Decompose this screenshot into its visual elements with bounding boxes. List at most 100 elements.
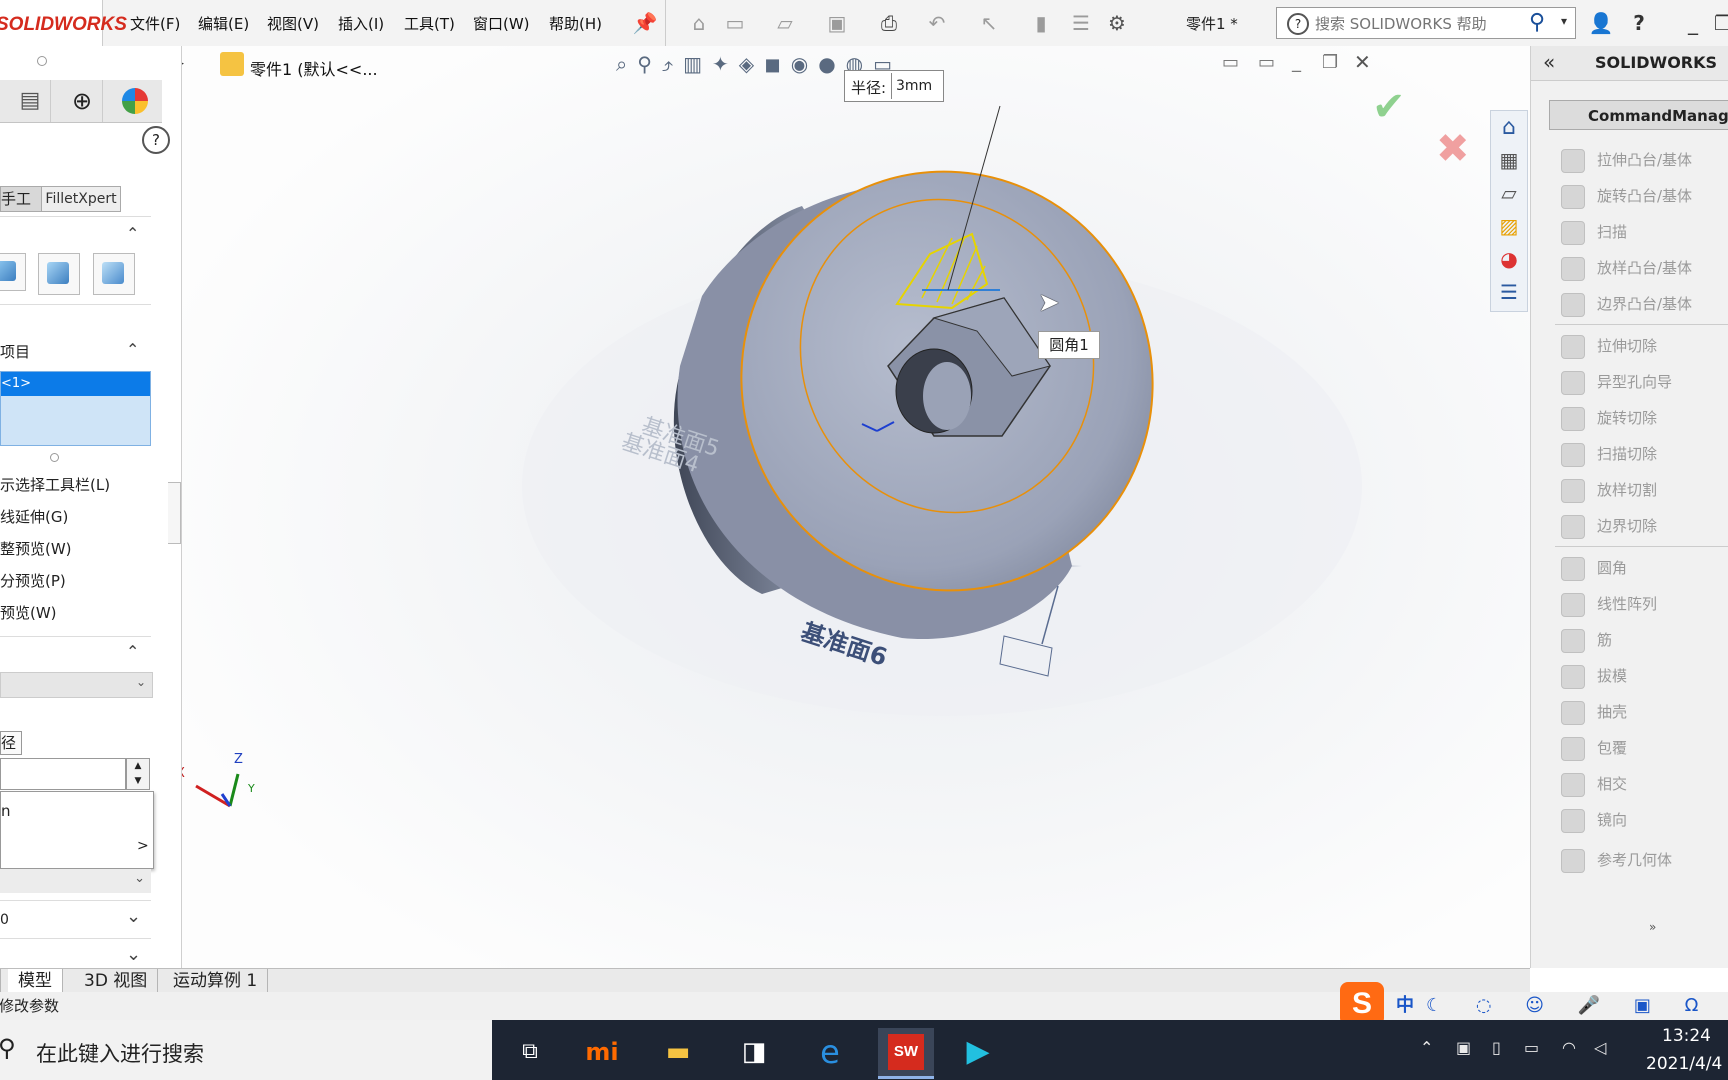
taskbar-search[interactable]: ⚲ 在此键入进行搜索	[0, 1020, 492, 1080]
help-search[interactable]: ? ⚲ ▾	[1276, 7, 1576, 39]
usb-icon[interactable]: ▯	[1492, 1038, 1501, 1057]
chevron-down-icon[interactable]: ▾	[1561, 14, 1567, 28]
menu-window[interactable]: 窗口(W)	[473, 0, 530, 46]
menu-insert[interactable]: 插入(I)	[338, 0, 384, 46]
origin-target-icon[interactable]: ⊕	[62, 80, 103, 122]
radius-dropdown[interactable]: n >	[0, 791, 154, 869]
tab-manual[interactable]: 手工	[0, 186, 43, 212]
cmd-loft-boss[interactable]: 放样凸台/基体	[1561, 250, 1728, 286]
splitter-handle[interactable]	[37, 56, 47, 66]
view-palette-icon[interactable]: ▨	[1491, 210, 1527, 243]
internet-explorer-icon[interactable]: e	[802, 1028, 858, 1076]
cmd-reference-geometry[interactable]: 参考几何体	[1561, 842, 1728, 878]
cmd-boundary-cut[interactable]: 边界切除	[1561, 508, 1728, 544]
tab-model[interactable]: 模型	[8, 969, 63, 993]
hide-show-icon[interactable]: ◉	[791, 52, 818, 76]
restore-icon[interactable]: ❐	[1710, 10, 1728, 36]
clock-date[interactable]: 2021/4/4	[1646, 1054, 1722, 1074]
scroll-more-icon[interactable]: »	[1649, 920, 1656, 934]
option-full-preview[interactable]: 整预览(W)	[0, 538, 72, 559]
cmd-revolve-cut[interactable]: 旋转切除	[1561, 400, 1728, 436]
solidworks-taskbar-icon[interactable]: SW	[878, 1028, 934, 1076]
battery-icon[interactable]: ▭	[1524, 1038, 1539, 1057]
resize-handle[interactable]	[50, 453, 59, 462]
graphics-area[interactable]: ▶ 零件1 (默认<<... ⌕⚲⤴▥✦◈◼◉●◍▭ ▭ ▭ _ ❐ ✕ ✔ ✖…	[182, 46, 1530, 968]
user-icon[interactable]: 👤	[1588, 10, 1614, 36]
pin-icon[interactable]: 📌	[632, 10, 658, 36]
help-question-icon[interactable]: ?	[142, 126, 170, 154]
radius-spinner[interactable]: ▲ ▼	[126, 758, 150, 790]
cmd-extrude-cut[interactable]: 拉伸切除	[1561, 328, 1728, 364]
mi-app-icon[interactable]: mi	[574, 1028, 630, 1076]
task-view-icon[interactable]: ⧉	[502, 1028, 558, 1076]
undo-icon[interactable]: ↶	[924, 10, 950, 36]
cmd-boundary-boss[interactable]: 边界凸台/基体	[1561, 286, 1728, 322]
show-hidden-icons[interactable]: ⌃	[1420, 1038, 1433, 1057]
tile-bottom-icon[interactable]: ▭	[1258, 52, 1275, 73]
menu-view[interactable]: 视图(V)	[267, 0, 319, 46]
resources-home-icon[interactable]: ⌂	[1491, 111, 1527, 144]
cmd-linear-pattern[interactable]: 线性阵列	[1561, 586, 1728, 622]
rebuild-icon[interactable]: ▮	[1028, 10, 1054, 36]
select-arrow-icon[interactable]: ↖	[976, 10, 1002, 36]
expand-tree-icon[interactable]: ▶	[182, 56, 184, 71]
collapse-double-chevron-icon[interactable]: «	[1543, 50, 1555, 74]
zoom-area-icon[interactable]: ⚲	[637, 52, 662, 76]
section-view-icon[interactable]: ▥	[683, 52, 712, 76]
model-canvas[interactable]	[182, 46, 1530, 968]
confirm-cancel-icon[interactable]: ✖	[1436, 126, 1470, 172]
dolby-app-icon[interactable]: ◨	[726, 1028, 782, 1076]
file-properties-icon[interactable]: ☰	[1068, 10, 1094, 36]
home-icon[interactable]: ⌂	[686, 10, 712, 36]
print-icon[interactable]: ⎙	[876, 10, 902, 36]
option-no-preview[interactable]: 预览(W)	[0, 602, 57, 623]
option-show-selection-toolbar[interactable]: 示选择工具栏(L)	[0, 474, 110, 495]
expand-chevron-icon[interactable]: ⌄	[126, 944, 141, 965]
items-selection-box[interactable]: <1>	[0, 371, 151, 446]
previous-view-icon[interactable]: ⤴	[662, 52, 683, 76]
cmd-hole-wizard[interactable]: 异型孔向导	[1561, 364, 1728, 400]
tab-3d-view[interactable]: 3D 视图	[74, 969, 159, 993]
selected-edge-item[interactable]: <1>	[1, 372, 150, 396]
save-icon[interactable]: ▣	[824, 10, 850, 36]
collapse-chevron-icon[interactable]: ⌃	[126, 224, 139, 243]
minimize-doc-icon[interactable]: _	[1292, 52, 1301, 73]
collapsed-row[interactable]: ⌄	[0, 869, 151, 893]
appearances-icon[interactable]: ◕	[1491, 243, 1527, 276]
close-doc-icon[interactable]: ✕	[1354, 50, 1371, 74]
fillet-type-variable-icon[interactable]	[38, 253, 80, 295]
solidworks-logo[interactable]: SOLIDWORKS	[0, 0, 127, 46]
cmd-draft[interactable]: 拔模	[1561, 658, 1728, 694]
heads-up-toolbar[interactable]: ⌕⚲⤴▥✦◈◼◉●◍▭	[616, 52, 1016, 78]
design-library-icon[interactable]: ▦	[1491, 144, 1527, 177]
cmd-sweep[interactable]: 扫描	[1561, 214, 1728, 250]
cmd-loft-cut[interactable]: 放样切割	[1561, 472, 1728, 508]
help-icon[interactable]: ?	[1626, 10, 1652, 36]
radius-callout[interactable]: 半径: 3mm	[844, 70, 944, 102]
profile-select[interactable]: ⌄	[0, 672, 153, 698]
callout-value[interactable]: 3mm	[891, 73, 943, 99]
menu-edit[interactable]: 编辑(E)	[198, 0, 249, 46]
cmd-shell[interactable]: 抽壳	[1561, 694, 1728, 730]
tab-filletxpert[interactable]: FilletXpert	[41, 186, 121, 212]
dynamic-annotation-icon[interactable]: ✦	[712, 52, 739, 76]
tile-top-icon[interactable]: ▭	[1222, 52, 1239, 73]
file-explorer-icon[interactable]: ▱	[1491, 177, 1527, 210]
custom-properties-icon[interactable]: ☰	[1491, 276, 1527, 309]
confirm-ok-icon[interactable]: ✔	[1372, 84, 1406, 130]
cmd-fillet[interactable]: 圆角	[1561, 550, 1728, 586]
zoom-to-fit-icon[interactable]: ⌕	[616, 52, 637, 76]
bluetooth-icon[interactable]: ▣	[1456, 1038, 1471, 1057]
cmd-extrude-boss[interactable]: 拉伸凸台/基体	[1561, 142, 1728, 178]
command-manager-tab[interactable]: CommandManag	[1549, 100, 1728, 130]
menu-tools[interactable]: 工具(T)	[404, 0, 455, 46]
options-gear-icon[interactable]: ⚙	[1104, 10, 1130, 36]
menu-help[interactable]: 帮助(H)	[549, 0, 602, 46]
volume-icon[interactable]: ◁	[1594, 1038, 1606, 1057]
collapse-chevron-icon[interactable]: ⌃	[126, 340, 139, 359]
appearance-icon[interactable]	[122, 88, 148, 114]
feature-tree-root[interactable]: 零件1 (默认<<...	[250, 56, 378, 80]
search-icon[interactable]: ⚲	[1529, 10, 1545, 35]
display-style-icon[interactable]: ◼	[764, 52, 791, 76]
clock-time[interactable]: 13:24	[1662, 1026, 1711, 1046]
